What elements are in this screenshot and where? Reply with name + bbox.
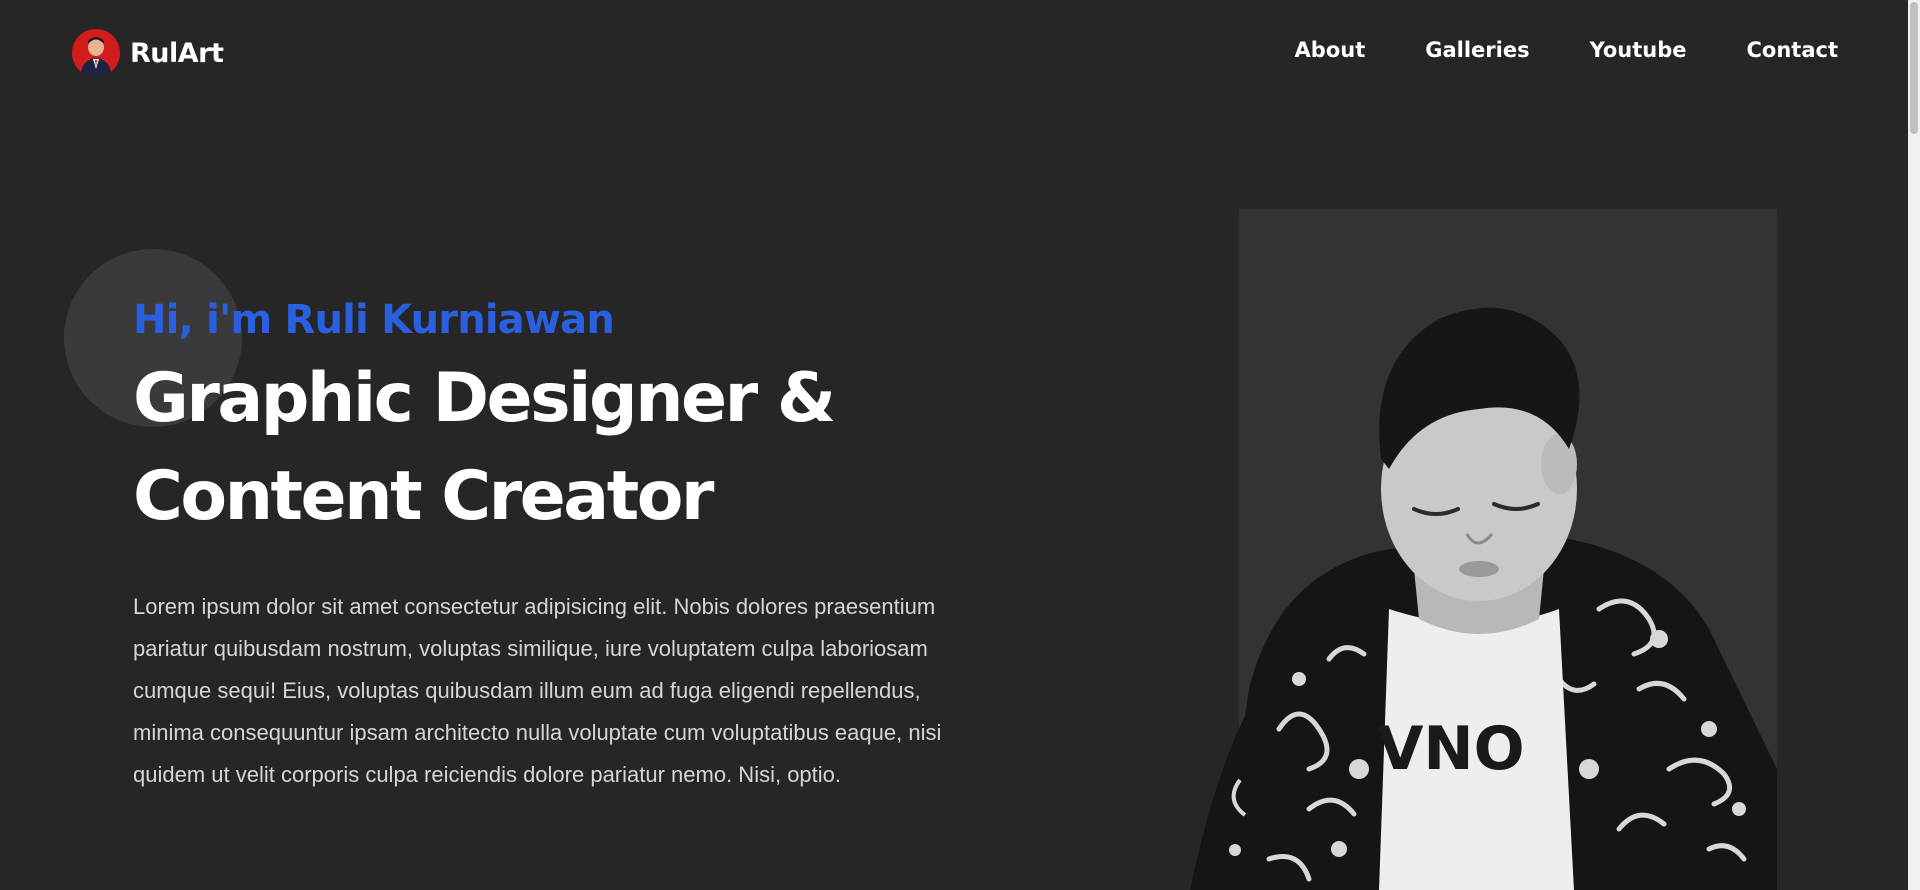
hero-title: Graphic Designer & Content Creator [133, 359, 836, 536]
page: RulArt About Galleries Youtube Contact H… [0, 0, 1920, 890]
avatar-icon [72, 29, 120, 77]
page-scrollbar[interactable] [1908, 0, 1920, 890]
nav-galleries[interactable]: Galleries [1425, 38, 1529, 63]
hero-greeting: Hi, i'm Ruli Kurniawan [133, 297, 615, 343]
main-nav: About Galleries Youtube Contact [1295, 38, 1838, 63]
portrait-illustration-icon: VNO [1239, 307, 1777, 890]
svg-text:VNO: VNO [1377, 714, 1525, 784]
hero-description: Lorem ipsum dolor sit amet consectetur a… [133, 594, 942, 787]
nav-youtube[interactable]: Youtube [1590, 38, 1687, 63]
portrait-photo: VNO [1239, 209, 1777, 890]
nav-contact[interactable]: Contact [1747, 38, 1839, 63]
nav-about[interactable]: About [1295, 38, 1366, 63]
logo-link[interactable]: RulArt [72, 29, 224, 77]
brand-name: RulArt [130, 37, 224, 69]
portrait-overflow-icon [1190, 690, 1260, 890]
scrollbar-thumb[interactable] [1910, 2, 1918, 134]
